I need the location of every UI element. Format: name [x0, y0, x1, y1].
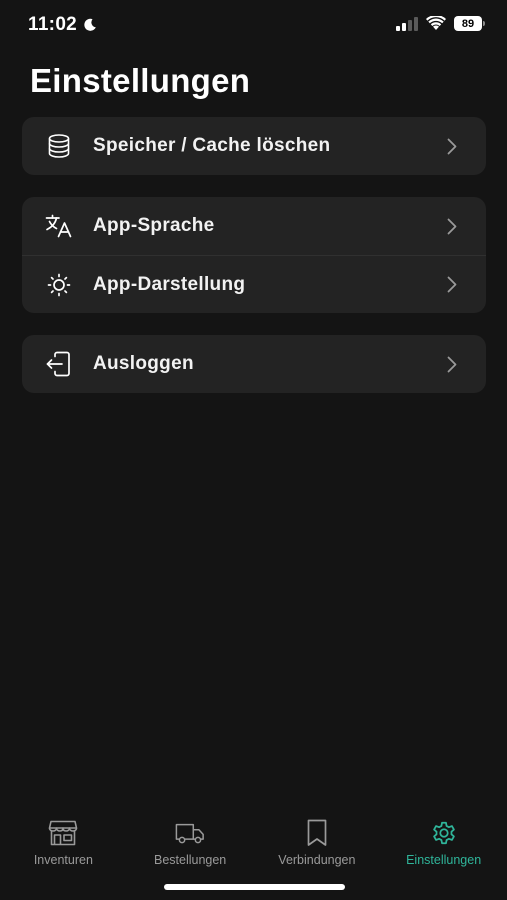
- status-time: 11:02: [28, 14, 97, 36]
- status-indicators: 89: [396, 16, 485, 31]
- tab-label: Einstellungen: [406, 853, 482, 867]
- settings-group-app: App-Sprache App-Darstellung: [22, 197, 486, 313]
- logout-icon: [42, 347, 76, 381]
- row-label: Ausloggen: [93, 353, 194, 374]
- gear-icon: [429, 819, 459, 847]
- battery-indicator: 89: [454, 16, 485, 31]
- settings-row-app-language[interactable]: App-Sprache: [22, 197, 486, 255]
- translate-icon: [42, 209, 76, 243]
- battery-tip: [483, 21, 485, 26]
- truck-icon: [175, 819, 205, 847]
- tab-label: Verbindungen: [278, 853, 356, 867]
- moon-icon: [84, 18, 96, 31]
- tab-bestellungen[interactable]: Bestellungen: [127, 808, 254, 868]
- tab-inventuren[interactable]: Inventuren: [0, 808, 127, 868]
- settings-group-storage: Speicher / Cache löschen: [22, 117, 486, 175]
- tab-einstellungen[interactable]: Einstellungen: [380, 808, 507, 868]
- database-icon: [42, 129, 76, 163]
- status-bar: 11:02 89: [0, 0, 507, 52]
- settings-row-logout[interactable]: Ausloggen: [22, 335, 486, 393]
- tab-label: Inventuren: [33, 853, 93, 867]
- tab-label: Bestellungen: [153, 853, 227, 867]
- bookmark-icon: [302, 819, 332, 847]
- tab-verbindungen[interactable]: Verbindungen: [254, 808, 381, 868]
- row-label: Speicher / Cache löschen: [93, 135, 331, 156]
- settings-group-account: Ausloggen: [22, 335, 486, 393]
- sun-icon: [42, 268, 76, 302]
- settings-row-clear-cache[interactable]: Speicher / Cache löschen: [22, 117, 486, 175]
- chevron-right-icon: [444, 136, 460, 156]
- status-time-text: 11:02: [28, 14, 78, 35]
- tab-bar: Inventuren Bestellungen Verbindungen Ein…: [0, 808, 507, 868]
- wifi-icon: [426, 16, 446, 30]
- battery-level: 89: [454, 16, 482, 31]
- settings-row-app-appearance[interactable]: App-Darstellung: [22, 255, 486, 313]
- row-label: App-Darstellung: [93, 273, 246, 295]
- chevron-right-icon: [444, 275, 460, 295]
- page-title: Einstellungen: [30, 62, 251, 99]
- chevron-right-icon: [444, 354, 460, 374]
- chevron-right-icon: [444, 216, 460, 236]
- cellular-signal-icon: [396, 16, 418, 31]
- row-label: App-Sprache: [93, 215, 215, 236]
- home-indicator[interactable]: [164, 884, 345, 890]
- store-icon: [48, 819, 78, 847]
